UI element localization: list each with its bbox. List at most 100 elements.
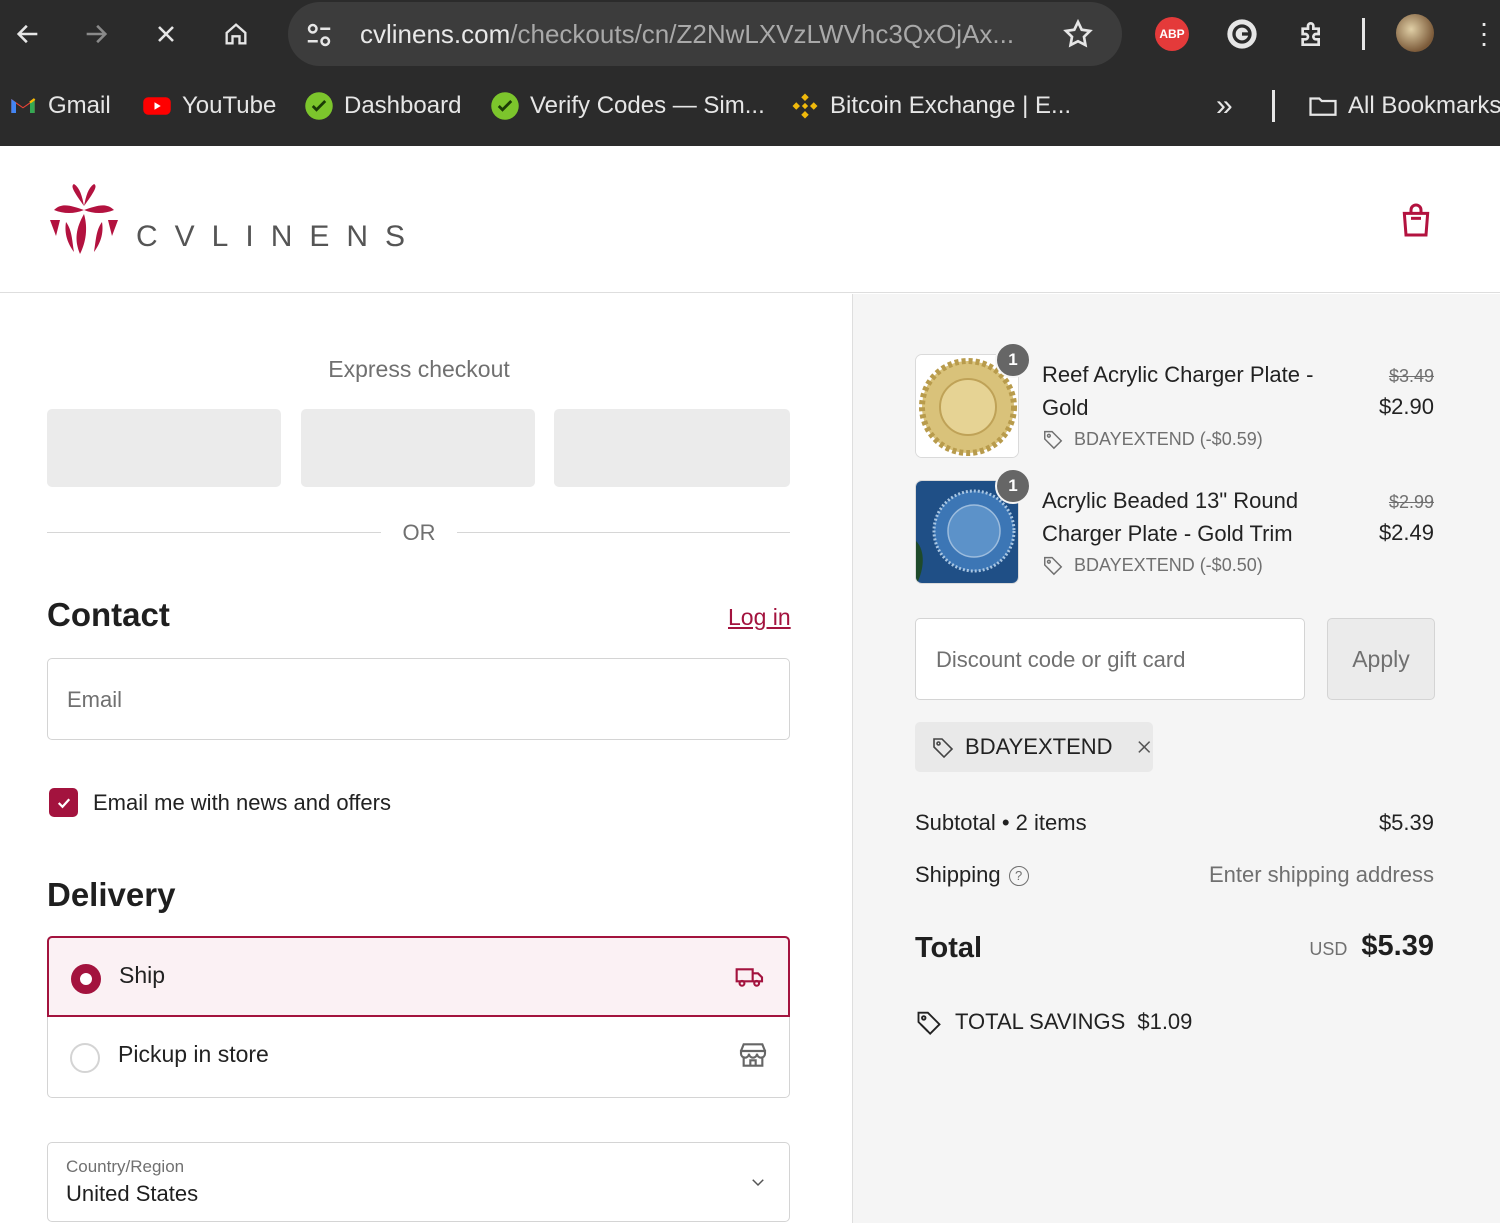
- original-price: $3.49: [1388, 366, 1434, 386]
- shopping-bag-icon[interactable]: [1396, 200, 1436, 240]
- url-text[interactable]: cvlinens.com/checkouts/cn/Z2NwLXVzLWVhc3…: [360, 19, 1014, 50]
- bookmark-label: Dashboard: [344, 92, 462, 119]
- applied-code-text: BDAYEXTEND: [965, 734, 1113, 759]
- or-label: OR: [402, 520, 436, 545]
- delivery-option-label: Ship: [119, 962, 166, 988]
- back-icon[interactable]: [8, 14, 48, 54]
- bookmark-bitcoin-exchange[interactable]: Bitcoin Exchange | E...: [790, 88, 1071, 124]
- express-pay-button-2[interactable]: [301, 409, 535, 487]
- country-value: United States: [66, 1181, 199, 1206]
- country-label: Country/Region: [66, 1157, 185, 1176]
- total-savings: TOTAL SAVINGS $1.09: [915, 1008, 1192, 1036]
- chevron-double-right-icon: »: [1216, 89, 1233, 122]
- checkmark-icon: [57, 797, 70, 808]
- discounted-price: $2.49: [1378, 520, 1434, 545]
- savings-value: $1.09: [1137, 1009, 1193, 1034]
- total-amount: $5.39: [1361, 930, 1434, 962]
- bookmarks-bar: Gmail YouTube Dashboard Verify Codes — S…: [0, 80, 1500, 132]
- order-summary: 1 Reef Acrylic Charger Plate - Gold BDAY…: [852, 294, 1500, 1223]
- delivery-option-label: Pickup in store: [118, 1041, 269, 1067]
- pickup-radio[interactable]: [70, 1043, 100, 1073]
- tag-icon: [933, 738, 954, 759]
- site-header: CVLINENS: [0, 146, 1500, 293]
- url-path: /checkouts/cn/Z2NwLXVzLWVhc3QxOjAx...: [510, 19, 1015, 49]
- cvlinens-logo[interactable]: CVLINENS: [44, 180, 405, 260]
- savings-tag-icon: [917, 1011, 941, 1035]
- more-bookmarks-button[interactable]: »: [1216, 88, 1233, 124]
- remove-discount-icon[interactable]: [1135, 737, 1153, 757]
- browser-menu-icon[interactable]: · · ·: [1478, 9, 1490, 57]
- or-divider-right: [457, 532, 790, 533]
- bookmark-gmail[interactable]: Gmail: [8, 88, 111, 124]
- all-bookmarks-button[interactable]: All Bookmarks: [1308, 88, 1500, 124]
- discount-text: BDAYEXTEND (-$0.50): [1074, 554, 1263, 575]
- subtotal-value: $5.39: [1378, 810, 1434, 835]
- site-settings-icon[interactable]: [304, 20, 334, 50]
- discounted-price: $2.90: [1378, 394, 1434, 419]
- ship-radio[interactable]: [71, 964, 101, 994]
- applied-discount-chip: BDAYEXTEND: [915, 722, 1153, 772]
- tag-icon: [1044, 556, 1063, 576]
- extension-g-icon[interactable]: [1222, 14, 1262, 54]
- tag-icon: [1044, 430, 1063, 450]
- savings-label: TOTAL SAVINGS: [955, 1009, 1126, 1034]
- extensions-puzzle-icon[interactable]: [1292, 14, 1332, 54]
- address-bar[interactable]: cvlinens.com/checkouts/cn/Z2NwLXVzLWVhc3…: [288, 2, 1122, 66]
- home-icon[interactable]: [216, 14, 256, 54]
- bookmark-youtube[interactable]: YouTube: [142, 88, 276, 124]
- browser-chrome: cvlinens.com/checkouts/cn/Z2NwLXVzLWVhc3…: [0, 0, 1500, 146]
- chevron-down-icon: [752, 1179, 764, 1187]
- shipping-value: Enter shipping address: [1208, 862, 1434, 887]
- folder-icon: [1308, 91, 1338, 121]
- discount-code-input[interactable]: Discount code or gift card: [915, 618, 1305, 700]
- profile-avatar[interactable]: [1396, 14, 1434, 52]
- forward-icon[interactable]: [76, 14, 116, 54]
- help-icon[interactable]: ?: [1008, 866, 1029, 887]
- original-price: $2.99: [1388, 492, 1434, 512]
- product-name: Reef Acrylic Charger Plate - Gold: [1042, 362, 1314, 420]
- contact-heading: Contact: [47, 596, 170, 633]
- delivery-option-pickup[interactable]: Pickup in store: [48, 1017, 791, 1098]
- country-select[interactable]: Country/Region United States: [47, 1142, 790, 1222]
- adblock-icon: ABP: [1155, 17, 1189, 51]
- product-discount: BDAYEXTEND (-$0.50): [1042, 554, 1263, 576]
- total-label: Total: [915, 932, 983, 964]
- bookmark-dashboard[interactable]: Dashboard: [304, 88, 461, 124]
- delivery-heading: Delivery: [47, 876, 176, 913]
- delivery-option-ship[interactable]: Ship: [47, 936, 790, 1017]
- gmail-icon: [8, 91, 38, 121]
- quantity-badge: 1: [995, 342, 1031, 378]
- check-leaf-icon: [490, 91, 520, 121]
- login-link[interactable]: Log in: [728, 604, 791, 631]
- bookmark-verify-codes[interactable]: Verify Codes — Sim...: [490, 88, 765, 124]
- product-discount: BDAYEXTEND (-$0.59): [1042, 428, 1263, 450]
- youtube-icon: [142, 91, 172, 121]
- newsletter-label[interactable]: Email me with news and offers: [93, 790, 391, 816]
- total-value: USD $5.39: [1309, 930, 1434, 963]
- store-icon: [739, 1043, 767, 1067]
- email-placeholder: Email: [67, 687, 123, 712]
- logo-text: CVLINENS: [136, 220, 423, 253]
- binance-icon: [790, 91, 820, 121]
- shipping-row: Shipping?: [915, 862, 1029, 888]
- express-pay-button-3[interactable]: [554, 409, 790, 487]
- logo-mark-icon: [50, 184, 118, 254]
- bookmark-label: YouTube: [182, 92, 277, 119]
- stop-loading-icon[interactable]: [146, 14, 186, 54]
- toolbar-divider: [1362, 18, 1365, 50]
- bookmark-label: Bitcoin Exchange | E...: [830, 92, 1072, 119]
- apply-discount-button[interactable]: Apply: [1327, 618, 1435, 700]
- newsletter-checkbox[interactable]: [49, 788, 78, 817]
- or-divider-left: [47, 532, 381, 533]
- adblock-extension[interactable]: ABP: [1152, 14, 1192, 54]
- url-domain: cvlinens.com: [360, 19, 511, 49]
- bookmark-label: Gmail: [48, 92, 111, 119]
- express-pay-button-1[interactable]: [47, 409, 281, 487]
- bookmark-label: Verify Codes — Sim...: [530, 92, 765, 119]
- email-field[interactable]: Email: [47, 658, 790, 740]
- express-checkout-title: Express checkout: [328, 356, 510, 382]
- discount-placeholder: Discount code or gift card: [936, 647, 1186, 672]
- discount-text: BDAYEXTEND (-$0.59): [1074, 428, 1263, 449]
- product-name: Acrylic Beaded 13" Round Charger Plate -…: [1042, 488, 1299, 546]
- bookmark-star-icon[interactable]: [1062, 18, 1094, 50]
